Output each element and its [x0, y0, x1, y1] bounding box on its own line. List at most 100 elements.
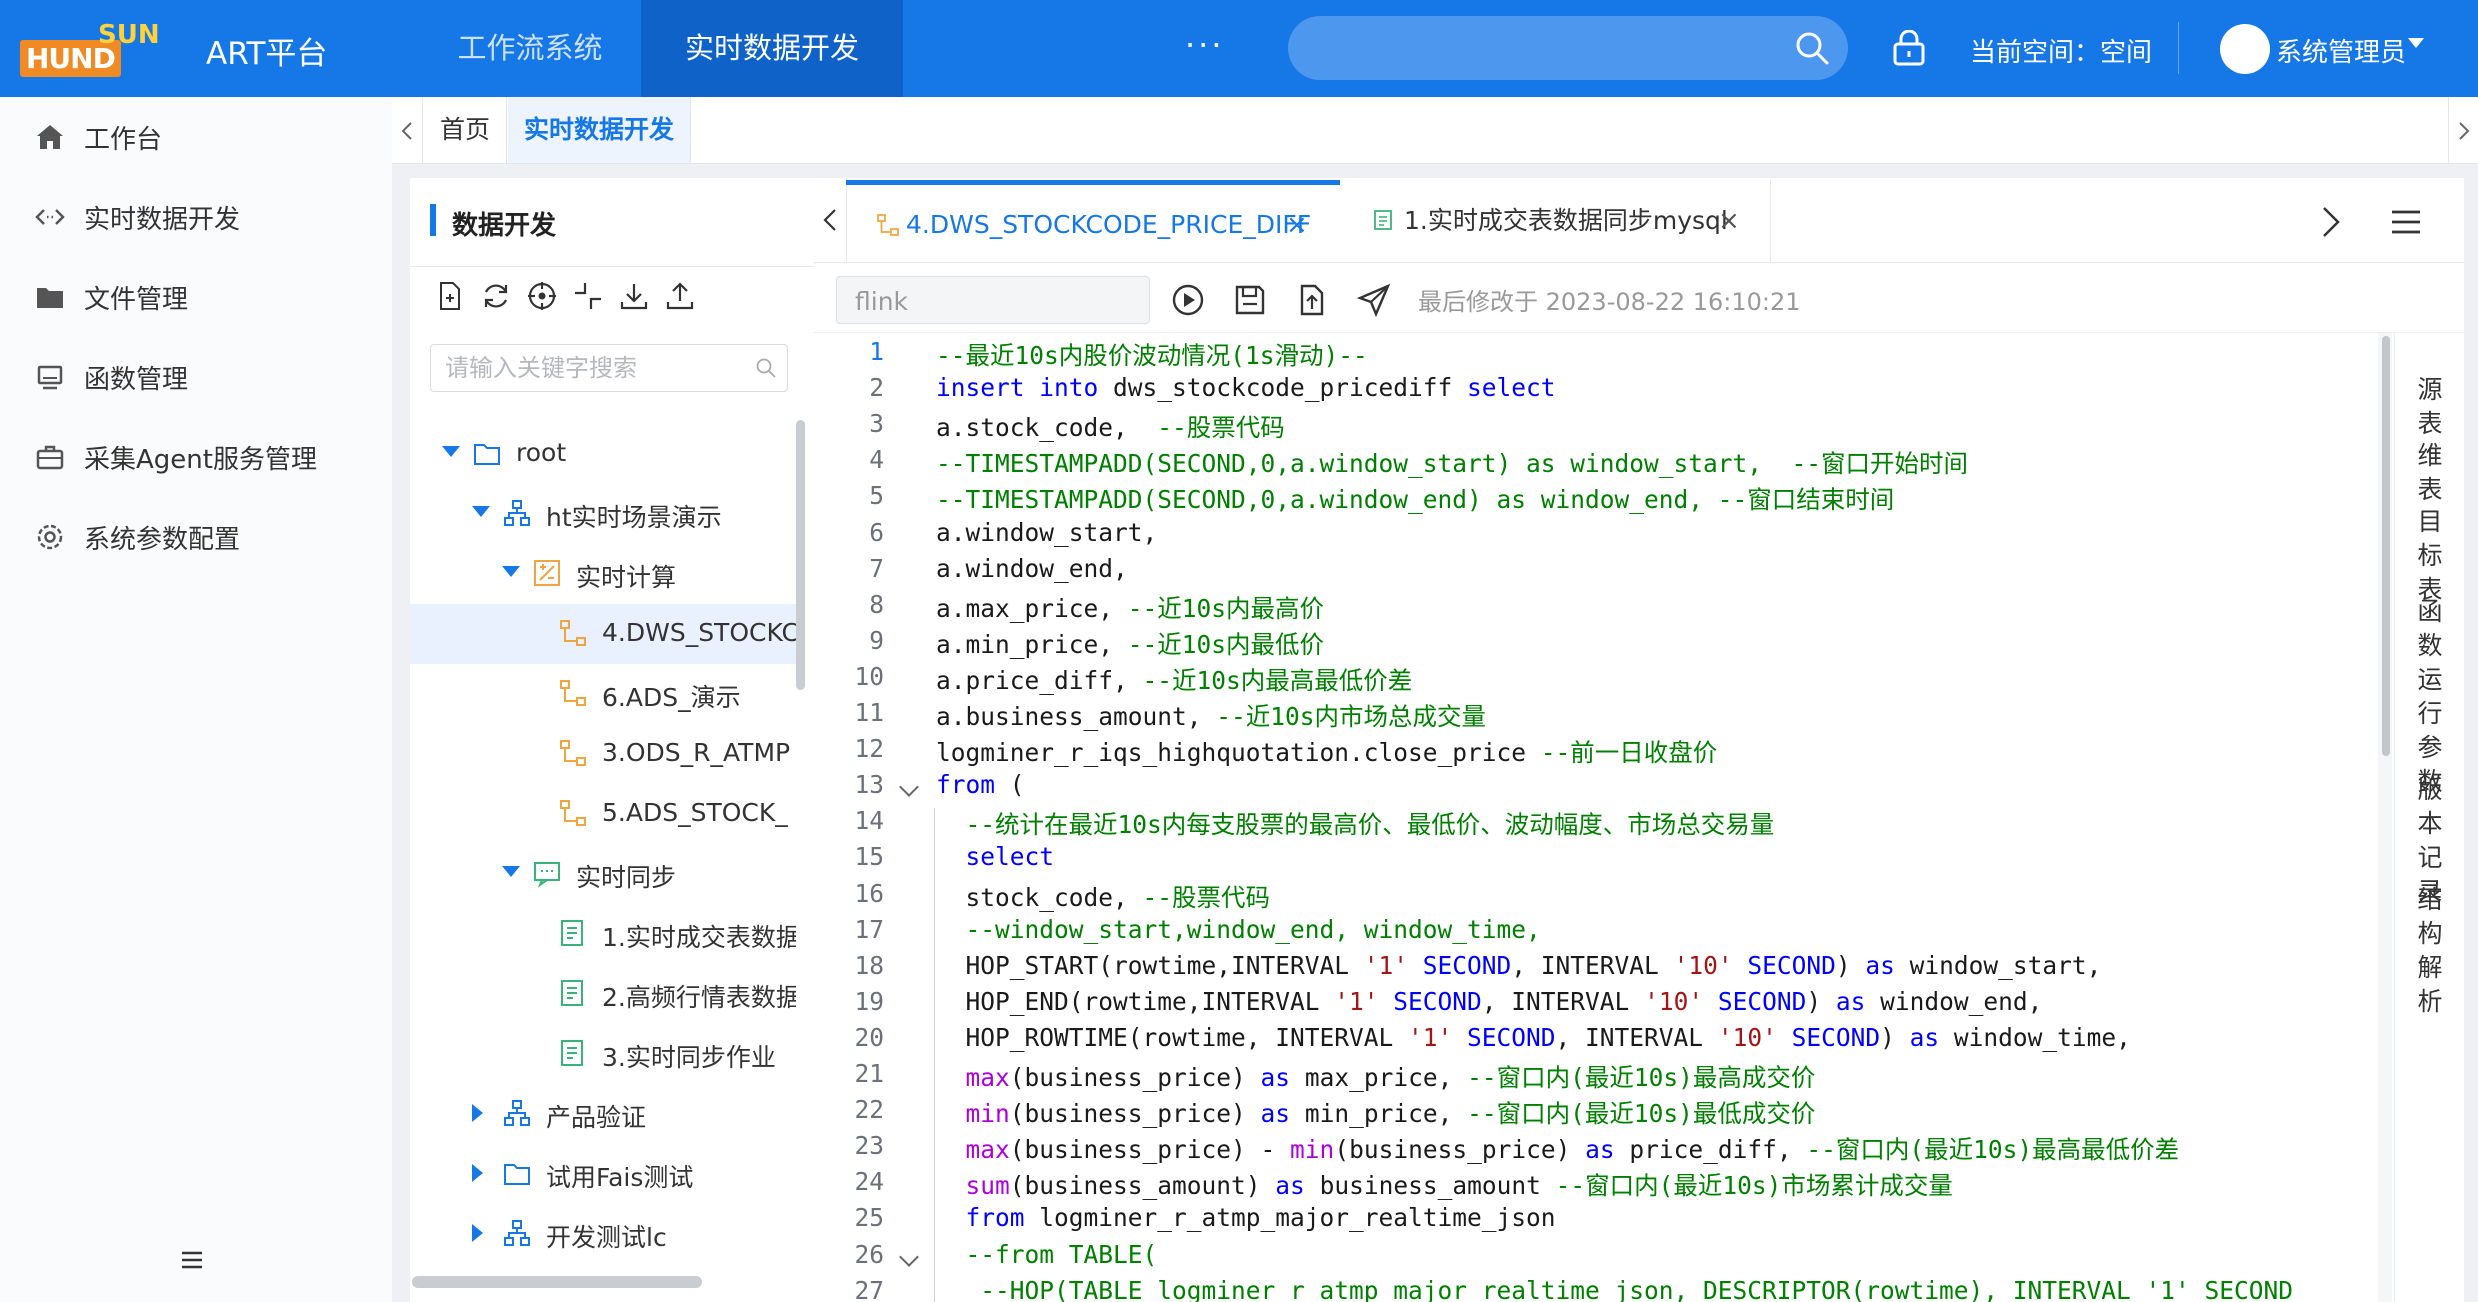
new-file-icon[interactable] [434, 280, 466, 312]
code-line[interactable]: 25 from logminer_r_atmp_major_realtime_j… [814, 1203, 2384, 1239]
tree-node[interactable]: ht实时场景演示 [410, 484, 796, 544]
code-line[interactable]: 12 logminer_r_iqs_highquotation.close_pri… [814, 734, 2384, 770]
tabs-scroll-left[interactable] [392, 97, 423, 163]
engine-field[interactable] [853, 285, 1137, 317]
code-line[interactable]: 13 from ( [814, 770, 2384, 806]
fold-chevron-icon[interactable] [899, 1246, 919, 1267]
code-line[interactable]: 8 a.max_price, --近10s内最高价 [814, 590, 2384, 626]
code-line[interactable]: 21 max(business_price) as max_price, --窗… [814, 1059, 2384, 1095]
caret-down-icon[interactable] [502, 866, 520, 877]
tree-node[interactable]: 1.实时成交表数据同步mysql [410, 904, 796, 964]
search-icon[interactable] [755, 357, 777, 379]
editor-tab-realtime-sync[interactable]: 1.实时成交表数据同步mysql × [1342, 180, 1771, 262]
tree-node[interactable]: 6.ADS_演示 [410, 664, 796, 724]
caret-down-icon[interactable] [502, 566, 520, 577]
side-tab[interactable]: 函数 [2395, 595, 2465, 663]
tree-search-input[interactable] [430, 344, 788, 392]
code-editor[interactable]: 1 --最近10s内股价波动情况(1s滑动)-- 2 insert into dws_… [814, 333, 2384, 1302]
tree-node[interactable]: 5.ADS_STOCK_ [410, 784, 796, 844]
code-line[interactable]: 26 --from TABLE( [814, 1240, 2384, 1276]
sidebar-item-file-management[interactable]: 文件管理 [0, 257, 392, 337]
code-line[interactable]: 7 a.window_end, [814, 554, 2384, 590]
caret-right-icon[interactable] [472, 1224, 483, 1242]
code-line[interactable]: 14 --统计在最近10s内每支股票的最高价、最低价、波动幅度、市场总交易量 [814, 806, 2384, 842]
lock-icon[interactable] [1892, 30, 1926, 66]
code-line[interactable]: 3 a.stock_code, --股票代码 [814, 409, 2384, 445]
close-icon[interactable]: × [1718, 180, 1740, 262]
sidebar-item-system-params[interactable]: 系统参数配置 [0, 497, 392, 577]
side-tab[interactable]: 源表 [2395, 373, 2465, 441]
tree-node[interactable]: 2.高频行情表数据同步 [410, 964, 796, 1024]
avatar[interactable] [2220, 24, 2270, 74]
sidebar-item-agent-service[interactable]: 采集Agent服务管理 [0, 417, 392, 497]
tree-node[interactable]: 4.DWS_STOCKCODE_PRICE_DIFF [410, 604, 796, 664]
caret-right-icon[interactable] [472, 1104, 483, 1122]
locate-icon[interactable] [526, 280, 558, 312]
code-line[interactable]: 19 HOP_END(rowtime,INTERVAL '1' SECOND, … [814, 987, 2384, 1023]
tree-horizontal-scrollbar[interactable] [412, 1276, 702, 1288]
chevron-down-icon[interactable] [2408, 38, 2424, 48]
code-line[interactable]: 11 a.business_amount, --近10s内市场总成交量 [814, 698, 2384, 734]
tree-node[interactable]: root [410, 424, 796, 484]
code-line[interactable]: 5 --TIMESTAMPADD(SECOND,0,a.window_end) a… [814, 481, 2384, 517]
tree-node[interactable]: 产品验证 [410, 1084, 796, 1144]
more-menu-button[interactable]: ··· [1185, 26, 1225, 64]
code-line[interactable]: 18 HOP_START(rowtime,INTERVAL '1' SECOND… [814, 951, 2384, 987]
sidebar-item-realtime-dev[interactable]: 实时数据开发 [0, 177, 392, 257]
code-line[interactable]: 6 a.window_start, [814, 518, 2384, 554]
sidebar-item-function-management[interactable]: 函数管理 [0, 337, 392, 417]
export-icon[interactable] [1294, 282, 1330, 318]
side-tab[interactable]: 结构解析 [2395, 883, 2465, 1019]
tree-node[interactable]: 实时计算 [410, 544, 796, 604]
search-icon[interactable] [1794, 30, 1830, 66]
side-tab[interactable]: 维表 [2395, 439, 2465, 507]
code-line[interactable]: 17 --window_start,window_end, window_tim… [814, 915, 2384, 951]
sidebar-item-workbench[interactable]: 工作台 [0, 97, 392, 177]
code-line[interactable]: 16 stock_code, --股票代码 [814, 879, 2384, 915]
side-tab[interactable]: 目标表 [2395, 505, 2465, 607]
code-line[interactable]: 24 sum(business_amount) as business_amou… [814, 1167, 2384, 1203]
code-line[interactable]: 27 --HOP(TABLE logminer_r_atmp_major_rea… [814, 1276, 2384, 1302]
tree-node[interactable]: 实时同步 [410, 844, 796, 904]
code-line[interactable]: 9 a.min_price, --近10s内最低价 [814, 626, 2384, 662]
caret-right-icon[interactable] [472, 1164, 483, 1182]
upload-icon[interactable] [664, 280, 696, 312]
tree-vertical-scrollbar[interactable] [796, 420, 805, 690]
code-line[interactable]: 10 a.price_diff, --近10s内最高最低价差 [814, 662, 2384, 698]
editor-tabs-prev[interactable] [814, 178, 847, 262]
code-line[interactable]: 4 --TIMESTAMPADD(SECOND,0,a.window_start)… [814, 445, 2384, 481]
refresh-icon[interactable] [480, 280, 512, 312]
code-line[interactable]: 20 HOP_ROWTIME(rowtime, INTERVAL '1' SEC… [814, 1023, 2384, 1059]
tree-node[interactable]: 3.实时同步作业 [410, 1024, 796, 1084]
caret-down-icon[interactable] [472, 506, 490, 517]
code-line[interactable]: 15 select [814, 842, 2384, 878]
code-line[interactable]: 23 max(business_price) - min(business_pr… [814, 1131, 2384, 1167]
menu-collapse-icon[interactable] [180, 1250, 204, 1270]
tree-node[interactable]: 开发测试lc [410, 1204, 796, 1264]
tree-node[interactable]: 3.ODS_R_ATMP [410, 724, 796, 784]
engine-input[interactable] [836, 276, 1150, 324]
current-space-label[interactable]: 当前空间：空间 [1970, 32, 2152, 69]
nav-realtime-dev[interactable]: 实时数据开发 [641, 0, 903, 97]
global-search-input[interactable] [1288, 16, 1848, 80]
code-vertical-scrollbar[interactable] [2382, 336, 2390, 756]
tree-node[interactable]: 试用Fais测试 [410, 1144, 796, 1204]
fold-chevron-icon[interactable] [899, 777, 919, 798]
download-icon[interactable] [618, 280, 650, 312]
tabs-menu-icon[interactable] [2390, 208, 2422, 236]
save-icon[interactable] [1232, 282, 1268, 318]
publish-icon[interactable] [1356, 282, 1392, 318]
tree-search-field[interactable] [443, 353, 747, 383]
collapse-all-icon[interactable] [572, 280, 604, 312]
editor-tab-dws-stockcode[interactable]: 4.DWS_STOCKCODE_PRICE_DIFF × [846, 180, 1340, 262]
caret-down-icon[interactable] [442, 446, 460, 457]
code-line[interactable]: 1 --最近10s内股价波动情况(1s滑动)-- [814, 337, 2384, 373]
user-name[interactable]: 系统管理员 [2276, 32, 2406, 69]
code-line[interactable]: 2 insert into dws_stockcode_pricediff sel… [814, 373, 2384, 409]
code-line[interactable]: 22 min(business_price) as min_price, --窗… [814, 1095, 2384, 1131]
tabs-scroll-right[interactable] [2448, 97, 2478, 163]
close-icon[interactable]: × [1286, 185, 1308, 265]
run-icon[interactable] [1170, 282, 1206, 318]
chevron-right-icon[interactable] [2310, 200, 2350, 244]
tab-home[interactable]: 首页 [424, 97, 507, 163]
